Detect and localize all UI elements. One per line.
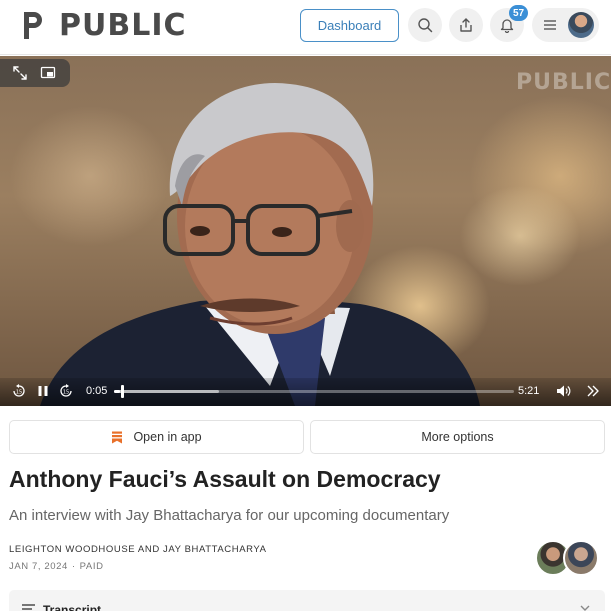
logo-p-icon[interactable] [22,10,44,41]
top-navigation-bar: PUBLIC Dashboard 57 [0,0,611,55]
bookmark-icon [112,431,123,443]
search-button[interactable] [408,8,442,42]
author-avatar[interactable] [563,540,599,576]
volume-icon[interactable] [555,383,571,399]
post-subtitle: An interview with Jay Bhattacharya for o… [9,507,450,524]
separator-dot: · [71,561,76,572]
menu-icon [544,20,556,30]
more-options-label: More options [421,430,494,444]
post-access: PAID [79,561,104,572]
current-time: 0:05 [86,385,108,397]
video-frame-speaker [40,82,480,406]
duration: 5:21 [518,385,540,397]
forward-15-icon[interactable]: 15 [58,383,74,399]
progress-handle[interactable] [121,385,124,398]
transcript-panel[interactable]: Transcript [9,590,605,611]
open-in-app-button[interactable]: Open in app [9,420,304,454]
video-controls: 15 15 0:05 5:21 [0,378,611,406]
account-menu-button[interactable] [532,8,599,42]
logo-wordmark[interactable]: PUBLIC [59,8,187,43]
video-watermark: PUBLIC [516,70,611,95]
progress-buffer [114,390,219,393]
notification-count-badge: 57 [509,5,528,21]
pause-icon[interactable] [35,383,51,399]
expand-icon[interactable] [12,65,28,81]
transcript-label: Transcript [43,603,102,611]
post-meta: JAN 7, 2024 · PAID [9,561,104,572]
video-player[interactable]: PUBLIC 15 15 0:05 5:21 [0,56,611,406]
more-options-button[interactable]: More options [310,420,605,454]
rewind-15-icon[interactable]: 15 [11,383,27,399]
transcript-list-icon [22,604,35,610]
progress-fill [114,390,120,393]
post-date: JAN 7, 2024 [9,561,68,572]
video-toolbar [0,59,70,87]
post-title: Anthony Fauci’s Assault on Democracy [9,466,441,492]
share-button[interactable] [449,8,483,42]
post-authors[interactable]: LEIGHTON WOODHOUSE AND JAY BHATTACHARYA [9,544,267,555]
open-in-app-label: Open in app [133,430,202,444]
fast-forward-icon[interactable] [585,383,601,399]
picture-in-picture-icon[interactable] [40,65,56,81]
progress-scrubber[interactable] [114,385,514,398]
search-icon [418,18,433,33]
share-icon [460,18,472,32]
svg-text:15: 15 [16,390,22,396]
chevron-down-icon[interactable] [579,602,591,611]
dashboard-button[interactable]: Dashboard [300,9,399,42]
user-avatar [568,12,594,38]
svg-text:15: 15 [63,390,69,396]
